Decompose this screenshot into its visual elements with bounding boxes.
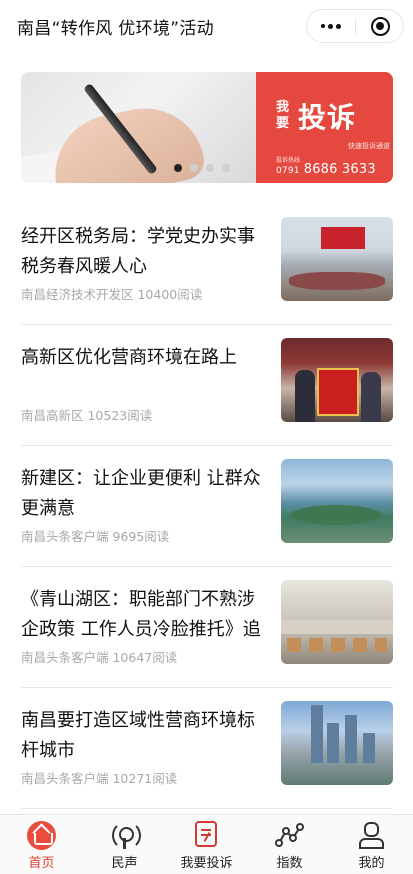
news-title: 《青山湖区：职能部门不熟涉企政策 工作人员冷脸推托》追	[21, 589, 261, 640]
broadcast-icon	[110, 821, 141, 850]
tab-home[interactable]: 首页	[0, 815, 83, 874]
banner-tousu: 投诉	[298, 101, 357, 134]
complaint-form-icon	[195, 821, 217, 847]
more-dot-icon	[328, 23, 333, 29]
carousel-dot[interactable]	[222, 164, 230, 172]
profile-icon	[357, 821, 386, 850]
news-thumbnail-skyline	[281, 701, 393, 785]
tab-label: 指数	[276, 856, 303, 871]
thumb-tower	[311, 705, 323, 763]
news-item[interactable]: 经开区税务局：学党史办实事 税务春风暖人心 南昌经济技术开发区 10400阅读	[21, 204, 393, 325]
news-thumbnail-award	[281, 338, 393, 422]
news-meta: 南昌高新区 10523阅读	[21, 408, 153, 423]
news-thumbnail-meeting	[281, 217, 393, 301]
thumb-pennant	[317, 368, 359, 416]
broadcast-stem	[123, 838, 126, 849]
news-title: 经开区税务局：学党史办实事 税务春风暖人心	[21, 226, 255, 277]
more-dot-icon	[321, 24, 325, 28]
hotline-number: 0791 8686 3633	[276, 162, 376, 177]
hotline-phone: 8686 3633	[303, 162, 376, 177]
page-title: 南昌“转作风 优环境”活动	[17, 19, 214, 39]
tab-label: 首页	[28, 856, 55, 871]
banner-subtitle: 快速投诉通道	[348, 142, 390, 150]
carousel-indicator	[174, 164, 230, 172]
miniprogram-capsule	[306, 9, 404, 43]
news-title: 高新区优化营商环境在路上	[21, 347, 237, 368]
carousel-dot[interactable]	[174, 164, 182, 172]
thumb-island	[291, 505, 381, 525]
hotline-area-code: 0791	[276, 166, 300, 176]
news-item[interactable]: 南昌要打造区域性营商环境标杆城市 南昌头条客户端 10271阅读	[21, 688, 393, 809]
thumb-person	[295, 370, 315, 422]
news-item[interactable]: 《青山湖区：职能部门不熟涉企政策 工作人员冷脸推托》追 南昌头条客户端 1064…	[21, 567, 393, 688]
capsule-divider	[355, 19, 356, 35]
news-meta: 南昌经济技术开发区 10400阅读	[21, 287, 203, 302]
tab-index[interactable]: 指数	[248, 815, 331, 874]
tab-label: 我的	[358, 856, 385, 871]
news-item[interactable]: 新建区：让企业更便利 让群众更满意 南昌头条客户端 9695阅读	[21, 446, 393, 567]
header: 南昌“转作风 优环境”活动	[0, 0, 413, 54]
thumb-tower	[327, 723, 339, 763]
thumb-chairs	[287, 638, 387, 652]
news-meta: 南昌头条客户端 10271阅读	[21, 771, 178, 786]
thumb-screen	[321, 227, 365, 249]
thumb-table	[289, 272, 385, 290]
thumb-counter	[281, 620, 393, 634]
news-thumbnail-service-hall	[281, 580, 393, 664]
carousel-dot[interactable]	[206, 164, 214, 172]
home-icon	[27, 821, 56, 850]
news-thumbnail-aerial	[281, 459, 393, 543]
news-item[interactable]: 高新区优化营商环境在路上 南昌高新区 10523阅读	[21, 325, 393, 446]
tab-label: 民声	[111, 856, 138, 871]
bottom-tab-bar: 首页 民声 我要投诉 指数 我的	[0, 814, 413, 874]
carousel-dot[interactable]	[190, 164, 198, 172]
more-menu-button[interactable]	[307, 10, 355, 42]
tab-voice[interactable]: 民声	[83, 815, 166, 874]
thumb-person	[361, 372, 381, 422]
news-meta: 南昌头条客户端 9695阅读	[21, 529, 170, 544]
close-miniprogram-icon[interactable]	[371, 17, 390, 36]
tab-label: 我要投诉	[180, 856, 233, 871]
news-title: 南昌要打造区域性营商环境标杆城市	[21, 710, 255, 761]
more-dot-icon	[336, 23, 341, 29]
tab-me[interactable]: 我的	[330, 815, 413, 874]
tab-complaint[interactable]: 我要投诉	[165, 815, 248, 874]
thumb-tower	[345, 715, 357, 763]
news-title: 新建区：让企业更便利 让群众更满意	[21, 468, 261, 519]
index-chart-icon	[275, 821, 304, 850]
news-meta: 南昌头条客户端 10647阅读	[21, 650, 178, 665]
banner-wo-yao: 我要	[276, 100, 290, 131]
complaint-banner[interactable]: 我要 投诉 快速投诉通道 投诉热线 0791 8686 3633	[21, 72, 393, 183]
thumb-tower	[363, 733, 375, 763]
banner-red-panel: 我要 投诉 快速投诉通道 投诉热线 0791 8686 3633	[256, 72, 393, 183]
